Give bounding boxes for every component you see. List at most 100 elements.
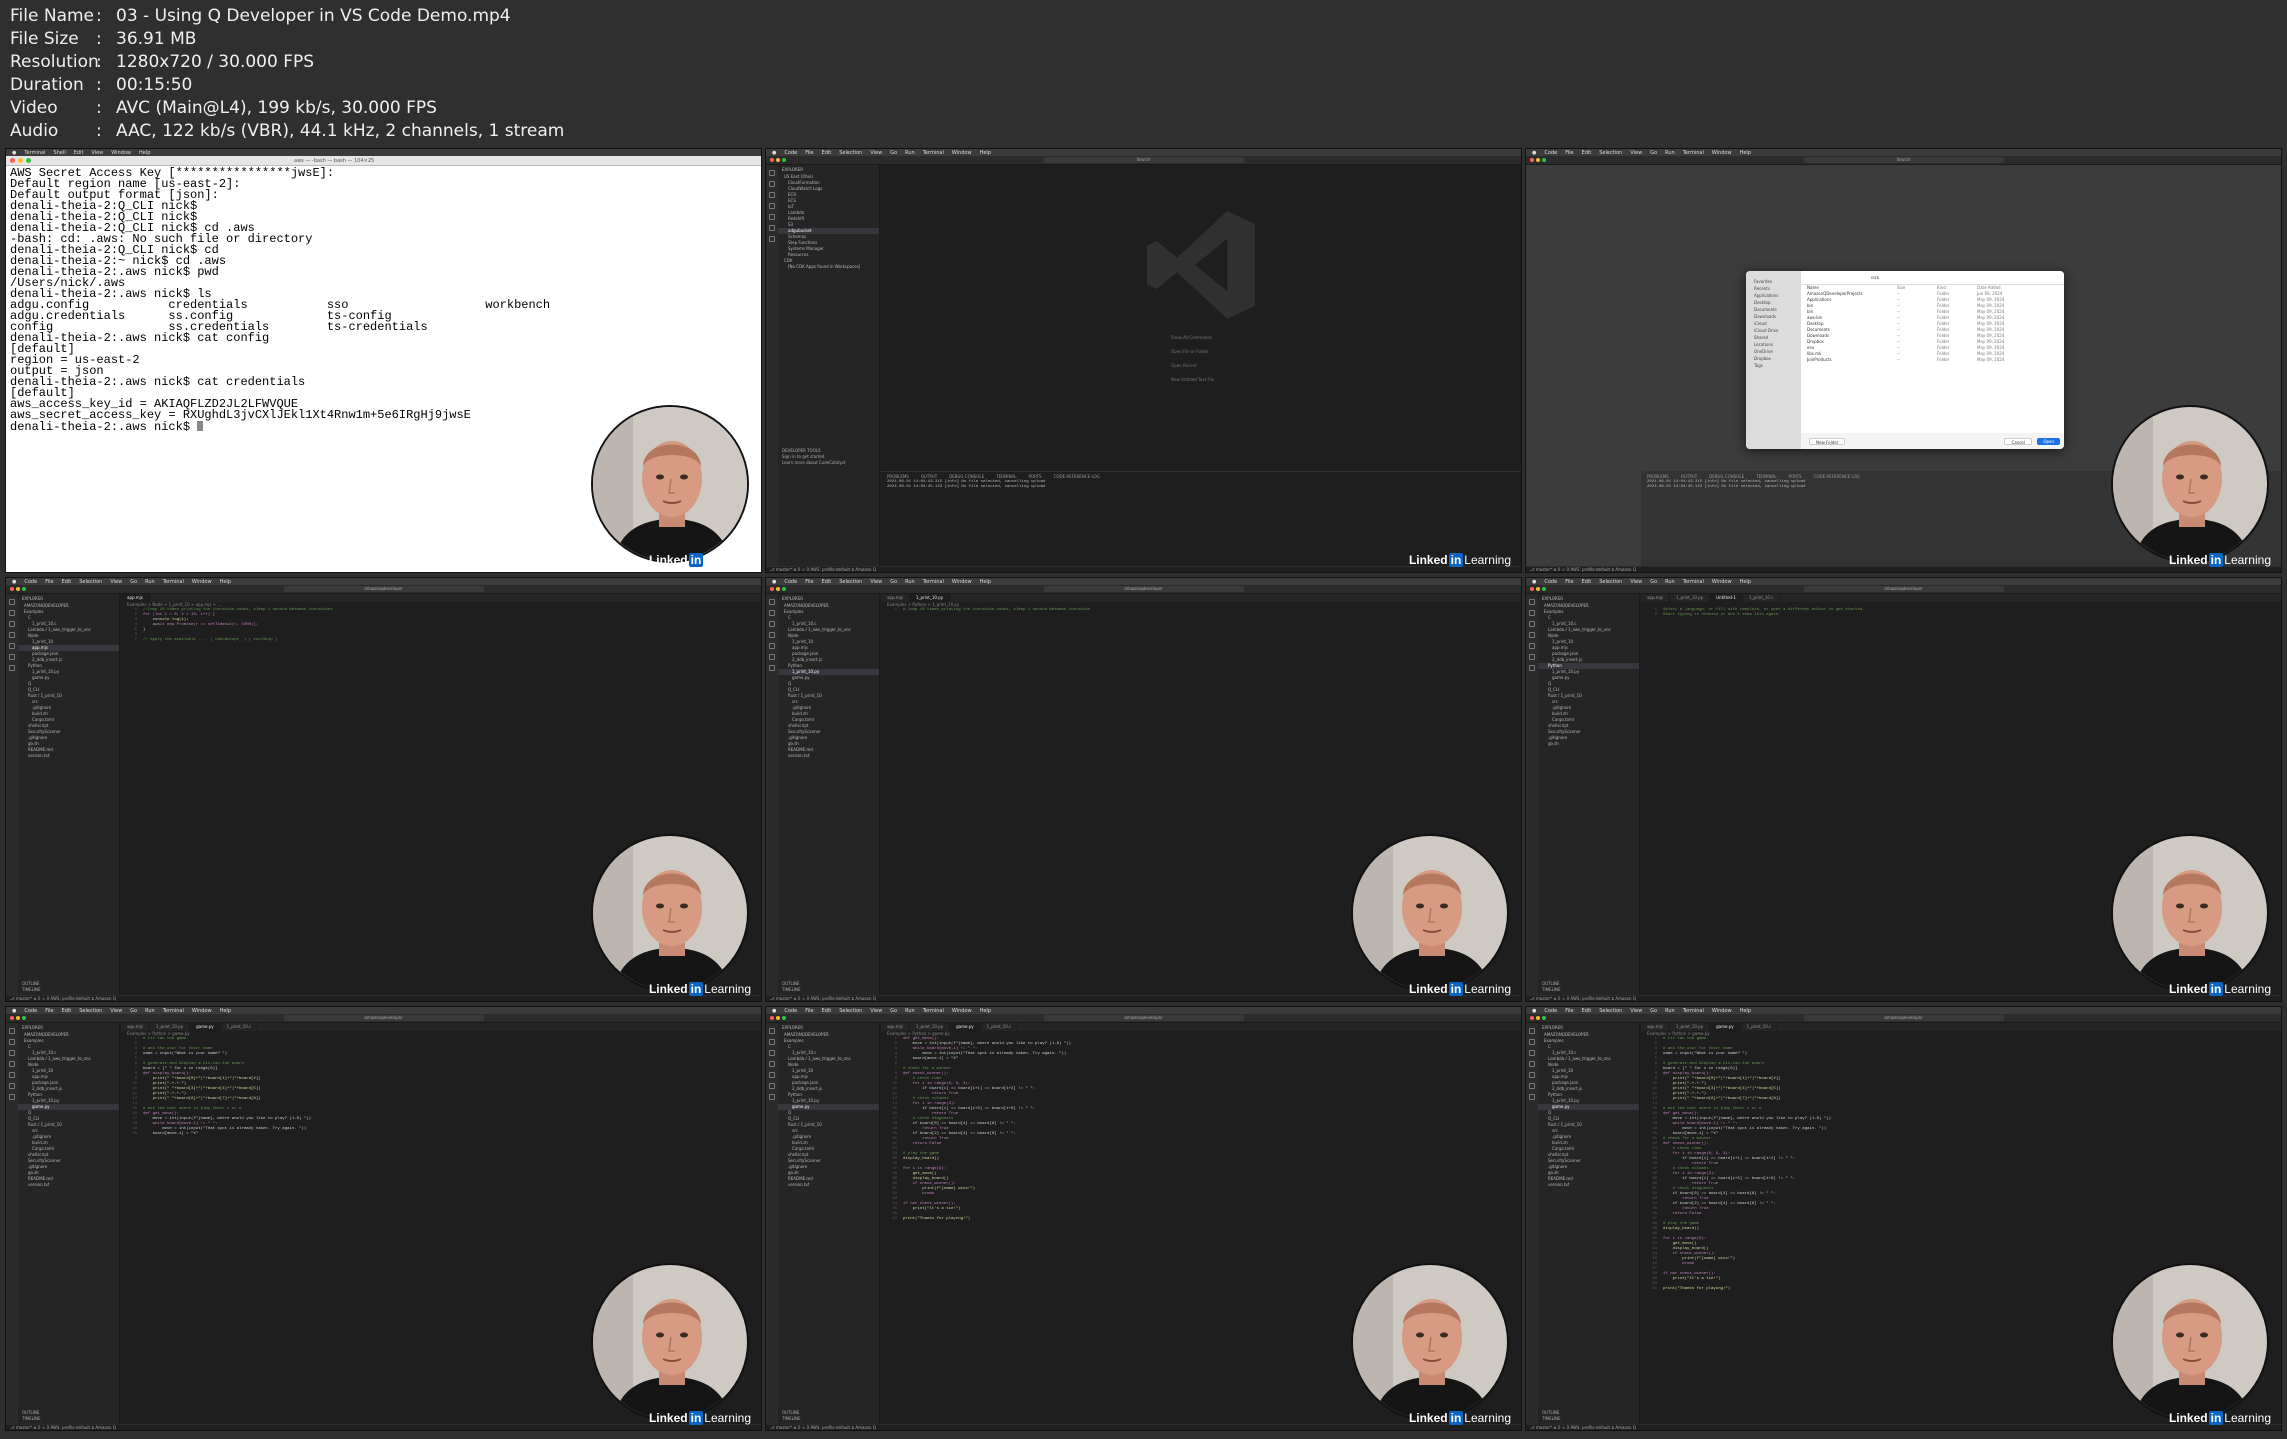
panel-tab[interactable]: TERMINAL bbox=[1756, 474, 1776, 479]
new-folder-button[interactable]: New Folder bbox=[1809, 438, 1846, 445]
window-control-icon[interactable] bbox=[1536, 587, 1540, 591]
menu-item[interactable]: Run bbox=[905, 1008, 915, 1014]
command-center-search[interactable]: amazonqdeveloper bbox=[1043, 586, 1244, 592]
dialog-sidebar-item[interactable]: Applications bbox=[1746, 293, 1801, 300]
menu-item[interactable]: Run bbox=[145, 1008, 155, 1014]
menu-item[interactable]: Window bbox=[952, 1008, 972, 1014]
run-debug-icon[interactable] bbox=[769, 203, 775, 209]
command-center-search[interactable]: amazonqdeveloper bbox=[1803, 1015, 2004, 1021]
window-control-icon[interactable] bbox=[16, 587, 20, 591]
panel-tab[interactable]: PORTS bbox=[1789, 474, 1802, 479]
menu-item[interactable]: Terminal bbox=[1683, 150, 1704, 156]
window-control-icon[interactable] bbox=[10, 587, 14, 591]
window-control-icon[interactable] bbox=[1530, 1016, 1534, 1020]
code-line[interactable]: 2 Start typing to dismiss or don't show t… bbox=[1645, 613, 2281, 618]
menu-item[interactable]: View bbox=[1630, 579, 1642, 585]
panel-tab[interactable]: CODE REFERENCE LOG bbox=[1054, 474, 1100, 479]
menu-item[interactable]: Go bbox=[1650, 150, 1657, 156]
tree-item[interactable]: version.txt bbox=[778, 753, 879, 759]
apple-icon[interactable]: ● bbox=[12, 1008, 16, 1014]
panel-tab[interactable]: OUTPUT bbox=[1681, 474, 1697, 479]
editor-tab[interactable]: game.py bbox=[190, 1023, 221, 1031]
extensions-icon[interactable] bbox=[9, 1072, 15, 1078]
menu-item[interactable]: Window bbox=[1712, 579, 1732, 585]
outline-header[interactable]: TIMELINE bbox=[778, 987, 879, 993]
dialog-sidebar-item[interactable]: Downloads bbox=[1746, 314, 1801, 321]
menu-item[interactable]: Window bbox=[1712, 150, 1732, 156]
window-control-icon[interactable] bbox=[1530, 587, 1534, 591]
menu-item[interactable]: Help bbox=[1740, 579, 1751, 585]
explorer-icon[interactable] bbox=[9, 599, 15, 605]
window-control-icon[interactable] bbox=[770, 587, 774, 591]
cancel-button[interactable]: Cancel bbox=[2004, 438, 2032, 445]
source-control-icon[interactable] bbox=[769, 192, 775, 198]
editor-tab[interactable]: 1_print_10.py bbox=[1670, 594, 1711, 602]
run-debug-icon[interactable] bbox=[1529, 1061, 1535, 1067]
run-debug-icon[interactable] bbox=[769, 632, 775, 638]
menu-item[interactable]: Selection bbox=[1599, 579, 1622, 585]
search-icon[interactable] bbox=[9, 1039, 15, 1045]
window-control-icon[interactable] bbox=[1542, 158, 1546, 162]
editor-tab[interactable]: app.mjs bbox=[881, 594, 910, 602]
menu-item[interactable]: Selection bbox=[1599, 1008, 1622, 1014]
tree-item[interactable]: version.txt bbox=[18, 1182, 119, 1188]
source-control-icon[interactable] bbox=[769, 621, 775, 627]
dialog-sidebar-item[interactable]: Desktop bbox=[1746, 300, 1801, 307]
menu-item[interactable]: File bbox=[805, 579, 813, 585]
window-control-icon[interactable] bbox=[26, 158, 31, 163]
outline-header[interactable]: TIMELINE bbox=[1538, 1416, 1639, 1422]
editor-tab[interactable]: game.py bbox=[950, 1023, 981, 1031]
apple-icon[interactable]: ● bbox=[1532, 579, 1536, 585]
window-control-icon[interactable] bbox=[1542, 1016, 1546, 1020]
extensions-icon[interactable] bbox=[769, 1072, 775, 1078]
search-icon[interactable] bbox=[769, 181, 775, 187]
menu-item[interactable]: View bbox=[1630, 1008, 1642, 1014]
amazon-q-icon[interactable] bbox=[769, 236, 775, 242]
menu-item[interactable]: Terminal bbox=[163, 1008, 184, 1014]
run-debug-icon[interactable] bbox=[769, 1061, 775, 1067]
menu-item[interactable]: Window bbox=[952, 150, 972, 156]
menu-item[interactable]: Edit bbox=[74, 150, 84, 156]
editor-tab[interactable]: app.mjs bbox=[881, 1023, 910, 1031]
extensions-icon[interactable] bbox=[1529, 1072, 1535, 1078]
command-center-search[interactable]: amazonqdeveloper bbox=[283, 1015, 484, 1021]
search-icon[interactable] bbox=[769, 610, 775, 616]
menu-item[interactable]: Go bbox=[890, 579, 897, 585]
command-center-search[interactable]: amazonqdeveloper bbox=[1043, 1015, 1244, 1021]
menu-item[interactable]: Run bbox=[1665, 579, 1675, 585]
editor-tab[interactable]: 1_print_10.py bbox=[910, 1023, 951, 1031]
menu-item[interactable]: Code bbox=[1544, 1008, 1557, 1014]
menu-item[interactable]: Terminal bbox=[923, 579, 944, 585]
menu-item[interactable]: Code bbox=[784, 1008, 797, 1014]
menu-item[interactable]: Selection bbox=[1599, 150, 1622, 156]
menu-item[interactable]: Selection bbox=[839, 579, 862, 585]
menu-item[interactable]: Run bbox=[1665, 1008, 1675, 1014]
menu-item[interactable]: Edit bbox=[822, 579, 832, 585]
menu-item[interactable]: View bbox=[870, 1008, 882, 1014]
code-line[interactable]: 7 // apply the available ... ( tab=Accept… bbox=[125, 638, 761, 643]
search-icon[interactable] bbox=[9, 610, 15, 616]
apple-icon[interactable]: ● bbox=[772, 579, 776, 585]
outline-header[interactable]: TIMELINE bbox=[18, 1416, 119, 1422]
source-control-icon[interactable] bbox=[9, 621, 15, 627]
menu-item[interactable]: Edit bbox=[822, 150, 832, 156]
amazon-q-icon[interactable] bbox=[9, 1094, 15, 1100]
command-center-search[interactable]: amazonqdeveloper bbox=[283, 586, 484, 592]
menu-item[interactable]: Code bbox=[784, 150, 797, 156]
menu-item[interactable]: Code bbox=[24, 579, 37, 585]
panel-tab[interactable]: CODE REFERENCE LOG bbox=[1814, 474, 1860, 479]
window-control-icon[interactable] bbox=[10, 158, 15, 163]
menu-item[interactable]: Edit bbox=[62, 579, 72, 585]
menu-item[interactable]: Run bbox=[905, 150, 915, 156]
search-icon[interactable] bbox=[769, 1039, 775, 1045]
editor-tab[interactable]: game.py bbox=[1710, 1023, 1741, 1031]
run-debug-icon[interactable] bbox=[1529, 632, 1535, 638]
menu-item[interactable]: View bbox=[110, 579, 122, 585]
search-icon[interactable] bbox=[1529, 1039, 1535, 1045]
source-control-icon[interactable] bbox=[1529, 621, 1535, 627]
dialog-sidebar-item[interactable]: Locations bbox=[1746, 342, 1801, 349]
aws-icon[interactable] bbox=[9, 654, 15, 660]
dialog-sidebar-item[interactable]: Shared bbox=[1746, 335, 1801, 342]
aws-icon[interactable] bbox=[1529, 654, 1535, 660]
apple-icon[interactable]: ● bbox=[12, 579, 16, 585]
